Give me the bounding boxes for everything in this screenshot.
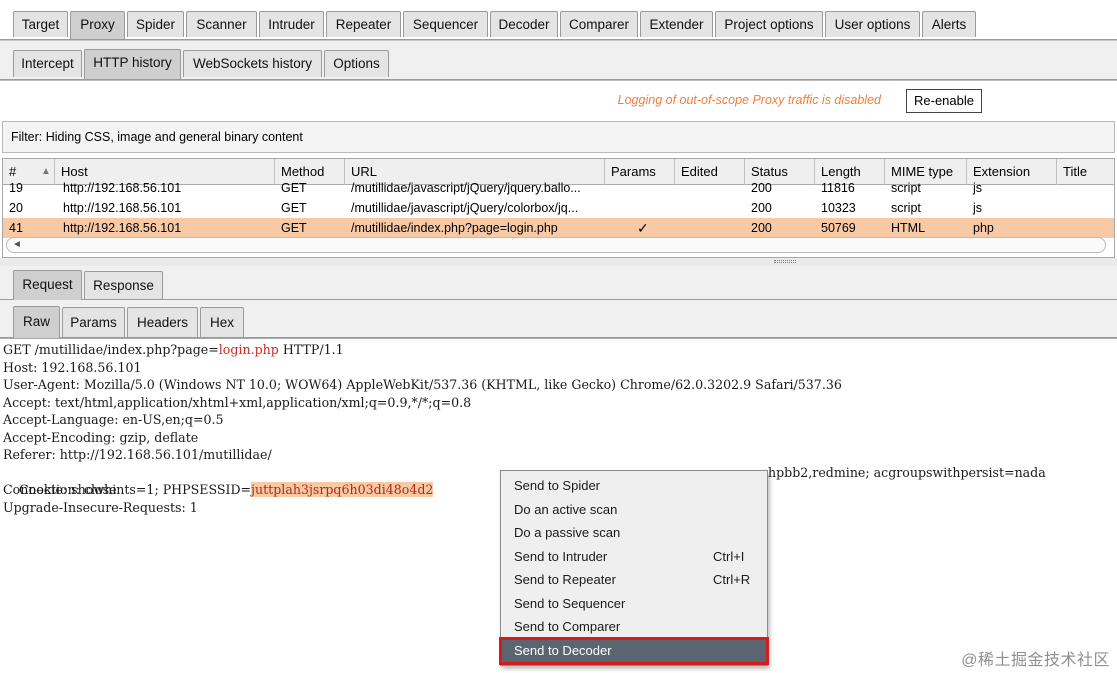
table-row[interactable]: 20 http://192.168.56.101 GET /mutillidae… (3, 198, 1114, 218)
cell-url: /mutillidae/javascript/jQuery/jquery.bal… (351, 181, 581, 195)
tab-comparer[interactable]: Comparer (560, 11, 638, 37)
menu-item-send-to-comparer[interactable]: Send to Comparer (501, 615, 767, 639)
tab-repeater[interactable]: Repeater (326, 11, 401, 37)
cell-extension: js (973, 201, 983, 215)
tab-extender[interactable]: Extender (640, 11, 713, 37)
cell-status: 200 (751, 181, 772, 195)
cell-number: 41 (9, 221, 23, 235)
tab-http-history[interactable]: HTTP history (84, 49, 181, 79)
splitter-grip-icon[interactable] (774, 260, 796, 263)
tab-options[interactable]: Options (324, 50, 389, 77)
request-line-path: GET /mutillidae/index.php?page= (3, 342, 219, 357)
tab-intruder[interactable]: Intruder (259, 11, 324, 37)
logging-row: Logging of out-of-scope Proxy traffic is… (0, 80, 1117, 118)
cell-length: 50769 (821, 221, 856, 235)
tab-response[interactable]: Response (84, 271, 163, 299)
menu-item-send-to-sequencer[interactable]: Send to Sequencer (501, 592, 767, 616)
menu-item-label: Do a passive scan (514, 525, 621, 540)
cell-mime-type: script (891, 201, 921, 215)
filter-bar[interactable]: Filter: Hiding CSS, image and general bi… (2, 121, 1115, 153)
header-accept-encoding: Accept-Encoding: gzip, deflate (3, 429, 199, 445)
tab-scanner[interactable]: Scanner (186, 11, 257, 37)
re-enable-button[interactable]: Re-enable (906, 89, 982, 113)
cell-method: GET (281, 181, 307, 195)
selected-session-id[interactable]: juttplah3jsrpq6h03di48o4d2 (251, 481, 434, 497)
table-row-selected[interactable]: 41 http://192.168.56.101 GET /mutillidae… (3, 218, 1114, 238)
tab-target[interactable]: Target (13, 11, 68, 37)
tab-raw[interactable]: Raw (13, 306, 60, 338)
header-upgrade-insecure-requests: Upgrade-Insecure-Requests: 1 (3, 499, 198, 515)
main-tab-bar: Target Proxy Spider Scanner Intruder Rep… (0, 6, 1117, 40)
tab-user-options[interactable]: User options (825, 11, 920, 37)
menu-item-label: Send to Decoder (514, 643, 612, 658)
header-referer: Referer: http://192.168.56.101/mutillida… (3, 447, 272, 462)
http-history-table: # ▲ Host Method URL Params Edited Status … (2, 158, 1115, 258)
cell-url: /mutillidae/javascript/jQuery/colorbox/j… (351, 201, 579, 215)
tab-alerts[interactable]: Alerts (922, 11, 976, 37)
cookie-suffix: hpbb2,redmine; acgroupswithpersist=nada (768, 464, 1046, 480)
request-line-protocol: HTTP/1.1 (278, 342, 344, 357)
menu-shortcut: Ctrl+I (713, 548, 745, 564)
cell-length: 10323 (821, 201, 856, 215)
menu-shortcut: Ctrl+R (713, 572, 751, 587)
tab-hex[interactable]: Hex (200, 307, 244, 337)
cell-extension: js (973, 181, 983, 195)
cell-method: GET (281, 221, 307, 235)
menu-item-send-to-spider[interactable]: Send to Spider (501, 474, 767, 498)
menu-item-passive-scan[interactable]: Do a passive scan (501, 521, 767, 545)
params-check-icon: ✓ (637, 220, 649, 236)
header-user-agent: User-Agent: Mozilla/5.0 (Windows NT 10.0… (3, 377, 842, 392)
cell-mime-type: script (891, 181, 921, 195)
cell-host: http://192.168.56.101 (63, 201, 182, 215)
menu-item-label: Do an active scan (514, 501, 618, 517)
context-menu: Send to Spider Do an active scan Do a pa… (499, 470, 769, 666)
header-host: Host: 192.168.56.101 (3, 359, 142, 375)
cell-status: 200 (751, 201, 772, 215)
logging-message: Logging of out-of-scope Proxy traffic is… (617, 93, 881, 107)
tab-proxy[interactable]: Proxy (70, 11, 125, 39)
menu-item-label: Send to Sequencer (514, 595, 626, 611)
cell-mime-type: HTML (891, 221, 926, 235)
menu-item-active-scan[interactable]: Do an active scan (501, 498, 767, 522)
cell-host: http://192.168.56.101 (63, 221, 182, 235)
tab-intercept[interactable]: Intercept (13, 50, 82, 77)
horizontal-scrollbar[interactable]: ◄ (6, 237, 1106, 253)
pane-splitter[interactable] (0, 258, 1117, 266)
menu-item-label: Send to Comparer (514, 619, 621, 634)
tab-headers[interactable]: Headers (127, 307, 198, 337)
tab-spider[interactable]: Spider (127, 11, 184, 37)
tab-request[interactable]: Request (13, 270, 82, 300)
menu-item-label: Send to Spider (514, 478, 601, 493)
menu-item-label: Send to Intruder (514, 548, 608, 564)
cell-url: /mutillidae/index.php?page=login.php (351, 221, 558, 235)
header-connection: Connection: close (3, 482, 117, 497)
request-line: GET /mutillidae/index.php?page=login.php… (3, 341, 344, 358)
cell-number: 20 (9, 201, 23, 215)
cell-host: http://192.168.56.101 (63, 181, 182, 195)
menu-item-send-to-intruder[interactable]: Send to Intruder Ctrl+I (501, 545, 767, 569)
tab-sequencer[interactable]: Sequencer (403, 11, 488, 37)
watermark: @稀土掘金技术社区 (961, 652, 1110, 669)
cell-extension: php (973, 221, 994, 235)
column-label: # (9, 164, 17, 179)
message-tab-bar: Request Response (0, 266, 1117, 300)
menu-item-label: Send to Repeater (514, 572, 616, 587)
tab-websockets-history[interactable]: WebSockets history (183, 50, 322, 77)
menu-item-send-to-decoder[interactable]: Send to Decoder (499, 637, 769, 665)
header-accept: Accept: text/html,application/xhtml+xml,… (3, 394, 472, 410)
cell-number: 19 (9, 181, 23, 195)
scroll-left-icon[interactable]: ◄ (12, 238, 22, 252)
tab-project-options[interactable]: Project options (715, 11, 823, 37)
tab-params[interactable]: Params (62, 307, 125, 337)
cell-method: GET (281, 201, 307, 215)
cell-length: 11816 (821, 181, 855, 195)
request-line-param-value: login.php (218, 342, 279, 357)
header-accept-language: Accept-Language: en-US,en;q=0.5 (3, 412, 224, 427)
cell-status: 200 (751, 221, 772, 235)
proxy-tab-bar: Intercept HTTP history WebSockets histor… (0, 40, 1117, 80)
menu-item-send-to-repeater[interactable]: Send to Repeater Ctrl+R (501, 568, 767, 592)
table-row[interactable]: 19 http://192.168.56.101 GET /mutillidae… (3, 178, 1114, 198)
view-tab-bar: Raw Params Headers Hex (0, 300, 1117, 338)
tab-decoder[interactable]: Decoder (490, 11, 558, 37)
